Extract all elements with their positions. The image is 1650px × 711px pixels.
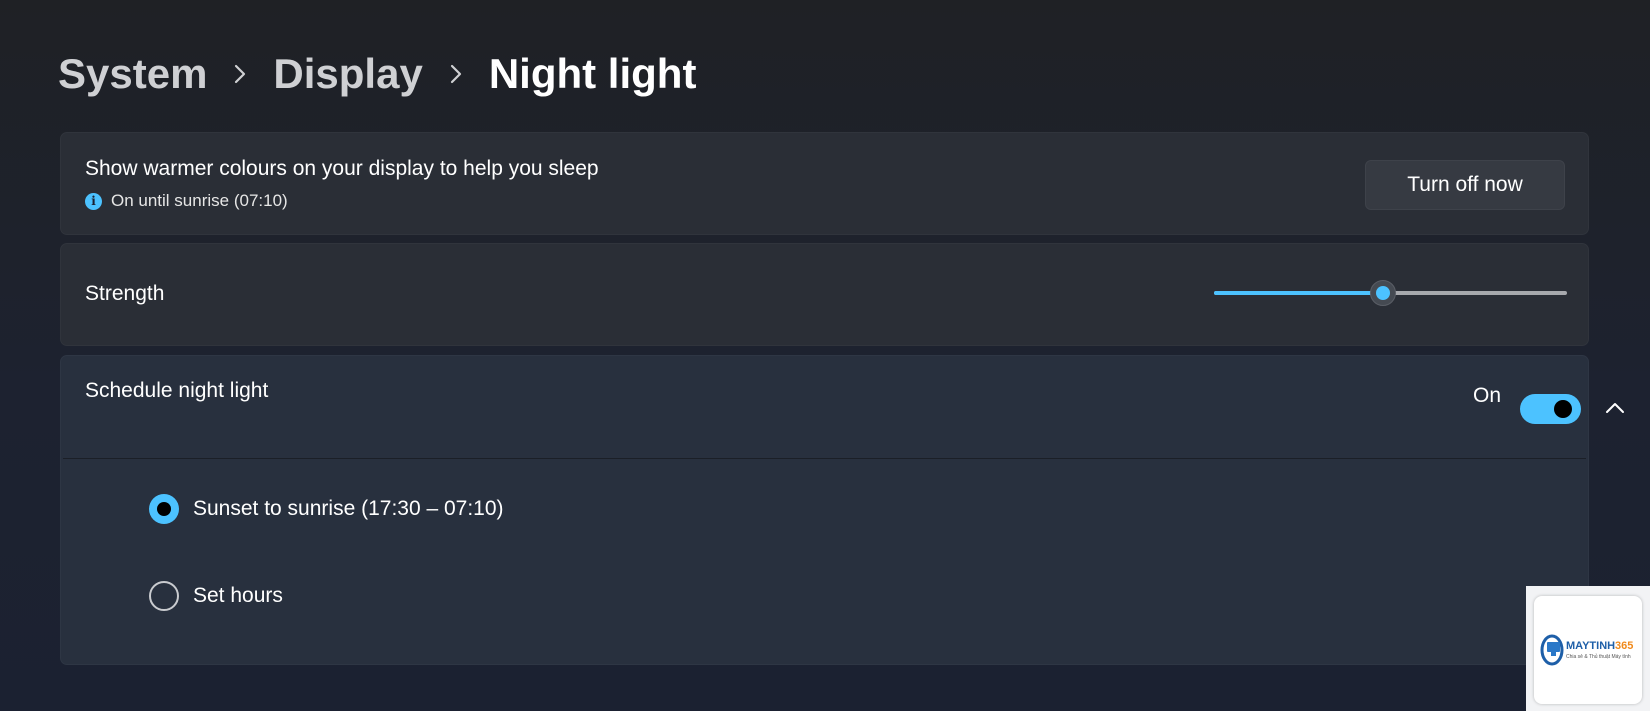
svg-text:Chia sẻ & Thủ thuật Máy tính: Chia sẻ & Thủ thuật Máy tính [1566,653,1631,660]
breadcrumb-system[interactable]: System [58,50,207,98]
radio-option-set-hours[interactable]: Set hours [149,581,283,611]
slider-fill [1214,291,1384,295]
breadcrumb: System Display Night light [58,44,696,104]
chevron-right-icon [207,63,273,85]
page-title: Night light [488,50,697,97]
watermark-logo: MAYTINH 365 Chia sẻ & Thủ thuật Máy tính [1526,586,1650,711]
toggle-state-label: On [1473,384,1502,407]
breadcrumb-display[interactable]: Display [273,50,422,98]
svg-text:365: 365 [1615,640,1633,652]
schedule-toggle[interactable] [1520,394,1581,424]
divider [63,458,1586,459]
radio-option-sunset-to-sunrise[interactable]: Sunset to sunrise (17:30 – 07:10) [149,494,504,524]
info-status: i On until sunrise (07:10) [85,191,288,211]
radio-label: Sunset to sunrise (17:30 – 07:10) [193,497,504,520]
strength-label: Strength [85,282,165,305]
radio-button-checked[interactable] [149,494,179,524]
info-status-text: On until sunrise (07:10) [111,191,288,210]
strength-slider[interactable] [1214,280,1567,306]
info-title: Show warmer colours on your display to h… [85,157,599,180]
radio-button-unchecked[interactable] [149,581,179,611]
chevron-right-icon [423,63,489,85]
schedule-label: Schedule night light [85,379,269,402]
chevron-up-icon[interactable] [1601,394,1629,422]
slider-thumb[interactable] [1370,280,1397,306]
watermark-logo-badge: MAYTINH 365 Chia sẻ & Thủ thuật Máy tính [1534,596,1642,704]
toggle-knob [1554,400,1572,418]
radio-label: Set hours [193,584,283,607]
svg-text:MAYTINH: MAYTINH [1566,640,1615,652]
schedule-card: Schedule night light On Sunset to sunris… [60,355,1624,665]
strength-card: Strength [60,243,1589,346]
info-icon: i [85,192,102,210]
turn-off-now-button[interactable]: Turn off now [1365,160,1565,210]
night-light-info-card: Show warmer colours on your display to h… [60,132,1589,235]
